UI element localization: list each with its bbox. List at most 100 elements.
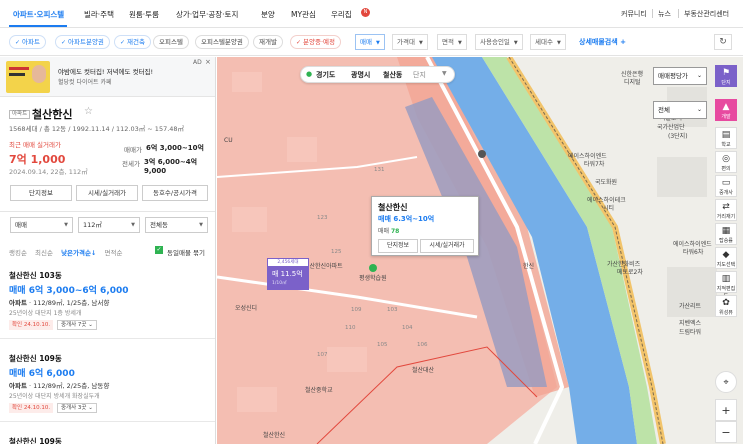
chevron-down-icon: ▼ bbox=[556, 40, 561, 46]
agent-count-button[interactable]: 중개사 7곳 ⌄ bbox=[57, 320, 97, 330]
top-navigation: 아파트·오피스텔 빌라·주택 원룸·투룸 상가·업무·공장·토지 분양 MY관심… bbox=[0, 0, 743, 28]
nav-oneroom-tworoom[interactable]: 원룸·투룸 bbox=[129, 9, 159, 20]
tool-broker[interactable]: ▭ 중개사 bbox=[715, 175, 737, 197]
ad-banner[interactable]: 야밤에도 컷터집! 저녁에도 컷터집! 혈당컷 다이어트 카페 AD × bbox=[0, 57, 215, 97]
nav-villa-house[interactable]: 빌라·주택 bbox=[84, 9, 114, 20]
map-view[interactable]: ● 경기도 광명시 철산동 단지 ▼ 신한은행 디지털 서울도시 국가산업단 (… bbox=[217, 57, 743, 444]
nav-presale[interactable]: 분양 bbox=[261, 9, 275, 20]
tool-label: 단지 bbox=[721, 80, 731, 86]
price-marker[interactable]: 2,456세대 매 11.5억 1/10㎡ bbox=[267, 258, 309, 290]
sort-latest[interactable]: 최신순 bbox=[35, 249, 53, 257]
plus-icon: + bbox=[721, 404, 731, 417]
tool-distance[interactable]: ⇄ 거리재기 bbox=[715, 199, 737, 221]
dropdown-label: 사용승인일 bbox=[480, 38, 510, 46]
list-divider bbox=[0, 421, 215, 422]
chip-officetel-presale[interactable]: 오피스텔분양권 bbox=[195, 35, 249, 49]
nav-apartment-officetel[interactable]: 아파트·오피스텔 bbox=[13, 9, 64, 20]
listing-spec-text: · 112/89㎡, 1/25층, 남서향 bbox=[26, 299, 110, 307]
select-label: 매매평당가 bbox=[658, 72, 688, 80]
chip-officetel[interactable]: 오피스텔 bbox=[153, 35, 189, 49]
chip-label: 아파트 bbox=[22, 38, 40, 46]
tool-label: 탑승률 bbox=[719, 238, 733, 244]
block-number: 104 bbox=[402, 325, 413, 331]
chip-apartment[interactable]: ✓ 아파트 bbox=[9, 35, 46, 49]
block-number: 105 bbox=[377, 342, 388, 348]
close-icon[interactable]: × bbox=[205, 58, 211, 66]
chip-reconstruction[interactable]: ✓ 재건축 bbox=[114, 35, 151, 49]
price-range-dropdown[interactable]: 가격대 ▼ bbox=[392, 34, 428, 50]
breadcrumb-province[interactable]: 경기도 bbox=[316, 70, 335, 80]
chip-apartment-presale[interactable]: ✓ 아파트분양권 bbox=[55, 35, 110, 49]
nav-my-interest[interactable]: MY관심 bbox=[291, 9, 316, 20]
deal-type-dropdown[interactable]: 매매 ▼ bbox=[355, 34, 385, 50]
tool-ridership[interactable]: ▦ 탑승률 bbox=[715, 223, 737, 245]
block-number: 109 bbox=[351, 307, 362, 313]
block-number: 125 bbox=[331, 249, 342, 255]
chip-presale-upcoming[interactable]: ✓ 분양중·예정 bbox=[290, 35, 341, 49]
deal-select[interactable]: 매매 ▼ bbox=[10, 217, 73, 233]
chevron-down-icon: ▼ bbox=[513, 40, 518, 46]
nav-news[interactable]: 뉴스 bbox=[658, 9, 671, 19]
nav-broker-center[interactable]: 부동산관리센터 bbox=[684, 9, 729, 19]
zoom-out-button[interactable]: − bbox=[715, 421, 737, 443]
popup-sub: 매매 78 bbox=[378, 226, 399, 235]
sort-area[interactable]: 면적순 bbox=[105, 249, 123, 257]
breadcrumb-dong[interactable]: 철산동 bbox=[383, 70, 402, 80]
nav-my-home[interactable]: 우리집 bbox=[331, 9, 352, 20]
sort-ranking[interactable]: 랭킹순 bbox=[9, 249, 27, 257]
block-number: 107 bbox=[317, 352, 328, 358]
nav-commercial-land[interactable]: 상가·업무·공장·토지 bbox=[176, 9, 238, 20]
section-divider bbox=[0, 211, 215, 212]
tool-satellite[interactable]: ✿ 위성뷰 bbox=[715, 295, 737, 317]
approval-date-dropdown[interactable]: 사용승인일 ▼ bbox=[475, 34, 523, 50]
tool-map-select[interactable]: ◆ 지도선택 bbox=[715, 247, 737, 269]
poi-label: 국가산업단 bbox=[657, 124, 685, 131]
tool-complex[interactable]: ⚑ 단지 bbox=[715, 65, 737, 87]
households-dropdown[interactable]: 세대수 ▼ bbox=[530, 34, 566, 50]
detail-search-button[interactable]: 상세매물검색 + bbox=[579, 37, 626, 47]
map-price-type-select[interactable]: 매매평당가 ⌄ bbox=[653, 67, 707, 85]
ad-source: 혈당컷 다이어트 카페 bbox=[58, 79, 112, 86]
current-location-button[interactable]: ⌖ bbox=[715, 371, 737, 393]
chip-label: 오피스텔분양권 bbox=[201, 38, 243, 46]
poi-label: (3단지) bbox=[668, 133, 688, 140]
map-breadcrumb: ● 경기도 광명시 철산동 단지 ▼ bbox=[300, 66, 455, 83]
refresh-button[interactable]: ↻ bbox=[714, 34, 732, 50]
area-dropdown[interactable]: 면적 ▼ bbox=[437, 34, 467, 50]
jeonse-price-label: 전세가 bbox=[122, 160, 140, 168]
unit-price-button[interactable]: 동호수/공시가격 bbox=[142, 185, 208, 201]
tool-school[interactable]: ▤ 학교 bbox=[715, 127, 737, 149]
ad-thumbnail bbox=[6, 61, 50, 93]
popup-info-button[interactable]: 단지정보 bbox=[378, 239, 418, 253]
tool-label: 중개사 bbox=[719, 190, 733, 196]
chevron-down-icon: ▼ bbox=[375, 40, 380, 46]
area-select[interactable]: 112㎡ ▼ bbox=[78, 217, 140, 233]
price-history-button[interactable]: 시세/실거래가 bbox=[76, 185, 138, 201]
agent-count-button[interactable]: 중개사 3곳 ⌄ bbox=[57, 403, 97, 413]
complex-info-button[interactable]: 단지정보 bbox=[10, 185, 72, 201]
sort-low-price[interactable]: 낮은가격순↓ bbox=[61, 249, 96, 257]
checkbox-icon[interactable]: ✓ bbox=[155, 246, 163, 254]
nav-community[interactable]: 커뮤니티 bbox=[621, 9, 647, 19]
map-filter-select[interactable]: 전체 ⌄ bbox=[653, 101, 707, 119]
favorite-star-icon[interactable]: ☆ bbox=[84, 106, 93, 117]
tool-cadastral[interactable]: ▥지적편집도 bbox=[715, 271, 737, 299]
chip-redevelopment[interactable]: 재개발 bbox=[253, 35, 283, 49]
target-icon: ◎ bbox=[722, 154, 730, 164]
breadcrumb-city[interactable]: 광명시 bbox=[351, 70, 370, 80]
zoom-in-button[interactable]: + bbox=[715, 399, 737, 421]
complex-type-tag: 아파트 bbox=[9, 110, 31, 119]
popup-price-button[interactable]: 시세/실거래가 bbox=[420, 239, 474, 253]
popup-sub-value: 78 bbox=[390, 228, 400, 235]
breadcrumb-complex[interactable]: 단지 bbox=[413, 70, 426, 80]
building-select[interactable]: 전체동 ▼ bbox=[145, 217, 208, 233]
chevron-down-icon: ⌄ bbox=[696, 106, 702, 113]
tool-convenience[interactable]: ◎ 편의 bbox=[715, 151, 737, 173]
poi-label: 철산한신 bbox=[263, 432, 286, 439]
poi-label: 한신 bbox=[523, 263, 535, 270]
chevron-down-icon[interactable]: ▼ bbox=[442, 70, 447, 77]
jeonse-price-range: 3억 6,000~4억 9,000 bbox=[144, 158, 198, 175]
listing-price: 매매 6억 6,000 bbox=[9, 369, 75, 379]
tool-development[interactable]: ▲ 개발 bbox=[715, 99, 737, 121]
ruler-icon: ⇄ bbox=[722, 202, 730, 212]
